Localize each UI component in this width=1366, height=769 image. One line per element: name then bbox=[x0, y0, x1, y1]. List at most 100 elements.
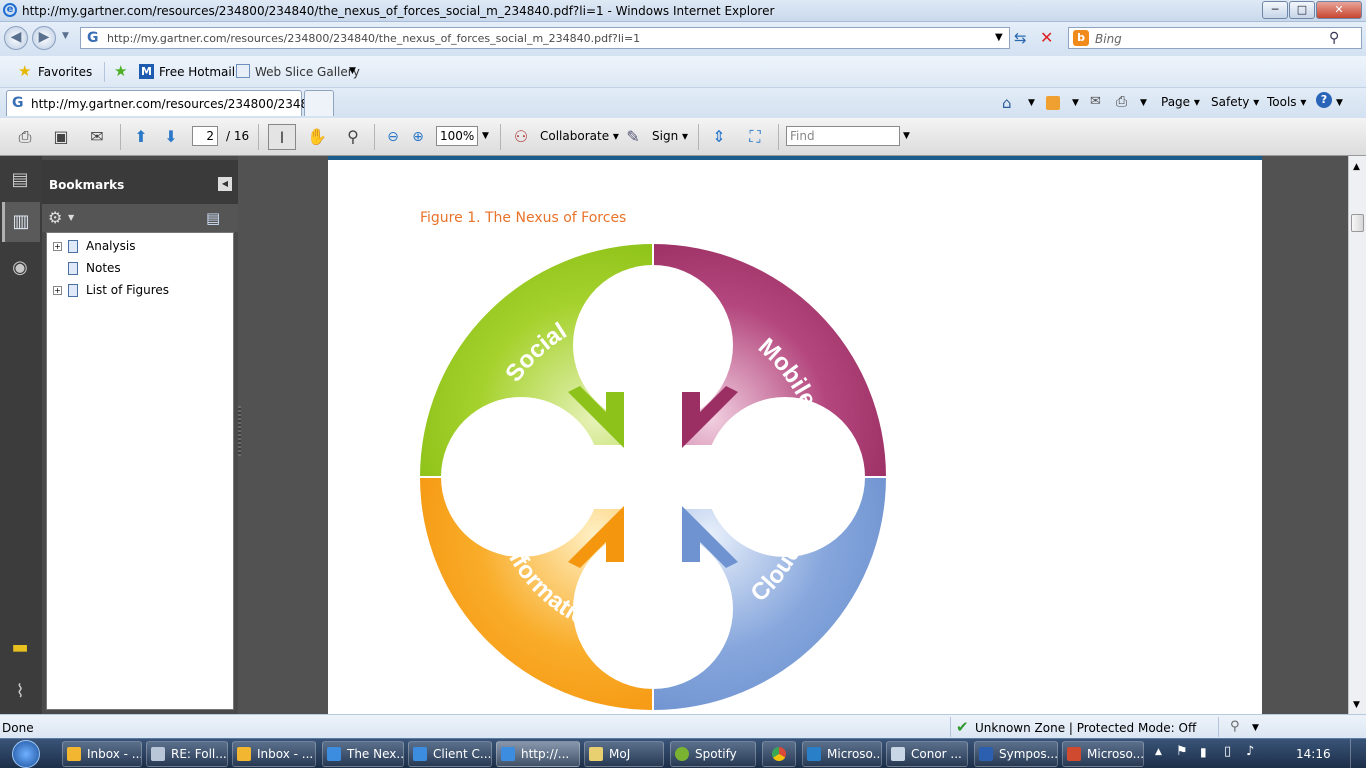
document-viewer[interactable]: Figure 1. The Nexus of Forces Social Mob… bbox=[238, 156, 1348, 714]
bookmark-analysis[interactable]: + Analysis bbox=[53, 239, 135, 259]
webslice-dropdown-icon[interactable]: ▼ bbox=[349, 66, 356, 76]
zoom-tool-icon[interactable]: ⚲ bbox=[342, 126, 364, 148]
action-center-flag-icon[interactable]: ⚑ bbox=[1176, 744, 1188, 759]
help-dropdown-icon[interactable]: ▼ bbox=[1336, 98, 1343, 108]
options-dropdown-icon[interactable]: ▼ bbox=[68, 213, 74, 222]
feeds-dropdown-icon[interactable]: ▼ bbox=[1072, 98, 1079, 108]
zoom-out-icon[interactable]: ⊖ bbox=[382, 126, 404, 148]
taskbar-item[interactable]: Microso... bbox=[1062, 741, 1144, 767]
maximize-button[interactable]: □ bbox=[1289, 1, 1315, 19]
window-title: http://my.gartner.com/resources/234800/2… bbox=[22, 4, 775, 18]
volume-icon[interactable]: ♪ bbox=[1246, 744, 1254, 759]
home-dropdown-icon[interactable]: ▼ bbox=[1028, 98, 1035, 108]
email-icon[interactable]: ✉ bbox=[86, 126, 108, 148]
search-box[interactable]: b Bing ⚲ bbox=[1068, 27, 1362, 49]
bookmarks-rail-tab[interactable]: ▥ bbox=[2, 202, 40, 242]
taskbar-item[interactable]: The Nex... bbox=[322, 741, 404, 767]
acrobat-print-icon[interactable]: ⎙ bbox=[14, 126, 36, 148]
hand-tool-icon[interactable]: ✋ bbox=[306, 126, 328, 148]
collapse-panel-icon[interactable]: ◀ bbox=[218, 177, 232, 191]
address-dropdown-icon[interactable]: ▼ bbox=[995, 32, 1003, 43]
previous-page-icon[interactable]: ⬆ bbox=[130, 126, 152, 148]
hotmail-link[interactable]: Free Hotmail bbox=[159, 65, 235, 79]
scroll-down-icon[interactable]: ▼ bbox=[1353, 700, 1360, 710]
history-dropdown-icon[interactable]: ▼ bbox=[62, 31, 69, 41]
home-icon[interactable]: ⌂ bbox=[1002, 94, 1012, 112]
expand-icon[interactable]: + bbox=[53, 286, 62, 295]
find-input[interactable]: Find bbox=[786, 126, 900, 146]
vertical-scrollbar[interactable]: ▲ ▼ bbox=[1348, 156, 1366, 714]
power-icon[interactable]: ▯ bbox=[1224, 744, 1231, 759]
zoom-level-icon[interactable]: ⚲ bbox=[1230, 719, 1240, 734]
taskbar-item[interactable]: Client C... bbox=[408, 741, 492, 767]
fit-page-icon[interactable]: ⛶ bbox=[744, 126, 766, 148]
taskbar-item-label: Spotify bbox=[695, 747, 737, 761]
expand-icon[interactable]: + bbox=[53, 242, 62, 251]
address-url[interactable]: http://my.gartner.com/resources/234800/2… bbox=[107, 32, 640, 45]
taskbar-item[interactable] bbox=[762, 741, 796, 767]
zoom-input[interactable]: 100% bbox=[436, 126, 478, 146]
mail-icon[interactable]: ✉ bbox=[1090, 94, 1101, 109]
feeds-icon[interactable] bbox=[1046, 96, 1060, 110]
help-icon[interactable]: ? bbox=[1316, 92, 1332, 108]
network-icon[interactable]: ▮ bbox=[1200, 745, 1207, 759]
print-dropdown-icon[interactable]: ▼ bbox=[1140, 98, 1147, 108]
sign-button[interactable]: Sign ▾ bbox=[652, 129, 688, 143]
select-tool-icon[interactable]: I bbox=[268, 124, 296, 150]
next-page-icon[interactable]: ⬇ bbox=[160, 126, 182, 148]
favorites-button[interactable]: Favorites bbox=[38, 65, 92, 79]
clock[interactable]: 14:16 bbox=[1296, 747, 1331, 761]
address-bar[interactable]: G http://my.gartner.com/resources/234800… bbox=[80, 27, 1010, 49]
search-icon[interactable]: ⚲ bbox=[1329, 30, 1339, 46]
bookmark-list-of-figures[interactable]: + List of Figures bbox=[53, 283, 169, 303]
minimize-button[interactable]: ─ bbox=[1262, 1, 1288, 19]
page-number-input[interactable]: 2 bbox=[192, 126, 218, 146]
print-icon[interactable]: ⎙ bbox=[1116, 94, 1127, 110]
forward-button[interactable]: ▶ bbox=[32, 26, 56, 50]
site-favicon-icon: G bbox=[87, 30, 99, 46]
panel-splitter[interactable] bbox=[238, 406, 241, 456]
zoom-dropdown-icon[interactable]: ▼ bbox=[482, 131, 489, 141]
pages-icon[interactable]: ▤ bbox=[8, 168, 32, 192]
taskbar-item[interactable]: Sympos... bbox=[974, 741, 1058, 767]
bookmark-notes[interactable]: Notes bbox=[68, 261, 121, 281]
taskbar-item[interactable]: MoJ bbox=[584, 741, 664, 767]
refresh-icon[interactable]: ⇆ bbox=[1014, 29, 1027, 47]
stop-icon[interactable]: ✕ bbox=[1040, 28, 1053, 47]
tab-active[interactable]: G http://my.gartner.com/resources/234800… bbox=[6, 90, 335, 116]
taskbar-item[interactable]: Microso... bbox=[802, 741, 882, 767]
zoom-level-dropdown-icon[interactable]: ▼ bbox=[1252, 723, 1259, 733]
start-button[interactable] bbox=[4, 739, 48, 769]
find-dropdown-icon[interactable]: ▼ bbox=[903, 131, 910, 141]
options-gear-icon[interactable]: ⚙ bbox=[48, 208, 62, 227]
show-desktop-button[interactable] bbox=[1350, 739, 1366, 769]
taskbar-item[interactable]: Spotify bbox=[670, 741, 756, 767]
attachments-icon[interactable]: ⌇ bbox=[8, 680, 32, 704]
sign-pen-icon: ✎ bbox=[626, 127, 640, 146]
scroll-thumb[interactable] bbox=[1351, 214, 1364, 232]
page-menu[interactable]: Page ▾ bbox=[1161, 95, 1200, 109]
taskbar-item[interactable]: RE: Foll... bbox=[146, 741, 228, 767]
zoom-in-icon[interactable]: ⊕ bbox=[407, 126, 429, 148]
save-icon[interactable]: ▣ bbox=[50, 126, 72, 148]
webslice-link[interactable]: Web Slice Gallery bbox=[255, 65, 360, 79]
back-button[interactable]: ◀ bbox=[4, 26, 28, 50]
safety-menu[interactable]: Safety ▾ bbox=[1211, 95, 1259, 109]
taskbar-item[interactable]: Inbox - ... bbox=[62, 741, 142, 767]
add-favorites-icon[interactable]: ★ bbox=[114, 62, 127, 80]
collaborate-button[interactable]: Collaborate ▾ bbox=[540, 129, 619, 143]
close-button[interactable]: ✕ bbox=[1316, 1, 1362, 19]
taskbar-item[interactable]: Conor ... bbox=[886, 741, 968, 767]
search-binoculars-icon[interactable]: ◉ bbox=[8, 256, 32, 280]
zone-text[interactable]: Unknown Zone | Protected Mode: Off bbox=[975, 721, 1196, 735]
taskbar-item-active[interactable]: http://... bbox=[496, 741, 580, 767]
tools-menu[interactable]: Tools ▾ bbox=[1267, 95, 1306, 109]
scroll-up-icon[interactable]: ▲ bbox=[1353, 162, 1360, 172]
status-divider bbox=[950, 717, 951, 737]
new-tab-button[interactable] bbox=[304, 90, 334, 116]
new-bookmark-icon[interactable]: ▤ bbox=[206, 209, 220, 227]
taskbar-item[interactable]: Inbox - ... bbox=[232, 741, 316, 767]
fit-width-icon[interactable]: ⇕ bbox=[708, 126, 730, 148]
comments-icon[interactable]: ▬ bbox=[8, 636, 32, 660]
show-hidden-icons[interactable]: ▲ bbox=[1155, 747, 1162, 757]
